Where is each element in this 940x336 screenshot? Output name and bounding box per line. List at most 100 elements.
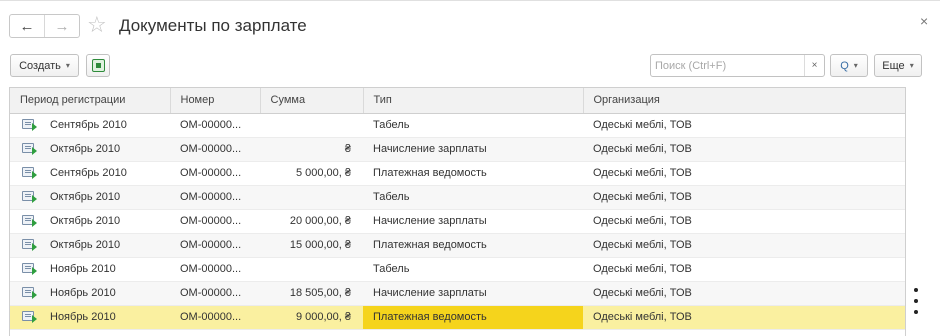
- cell-organization[interactable]: Одеські меблі, ТОВ: [583, 161, 905, 186]
- cell-sum[interactable]: [260, 113, 363, 138]
- star-icon[interactable]: ☆: [87, 11, 107, 39]
- cell-number[interactable]: ОМ-00000...: [170, 161, 260, 186]
- cell-number[interactable]: ОМ-00000...: [170, 281, 260, 306]
- cell-organization-text: Одеські меблі, ТОВ: [593, 191, 692, 203]
- close-icon: ×: [811, 60, 818, 71]
- search-input[interactable]: [651, 55, 804, 76]
- document-arrow-icon: [22, 239, 37, 251]
- cell-type[interactable]: Табель: [363, 113, 583, 138]
- column-header-sum[interactable]: Сумма: [260, 88, 364, 114]
- cell-organization[interactable]: Одеські меблі, ТОВ: [583, 257, 905, 282]
- table-row[interactable]: Октябрь 2010 ОМ-00000... Табель Одеські меб…: [10, 185, 905, 210]
- cell-number[interactable]: ОМ-00000...: [170, 305, 260, 330]
- cell-number-text: ОМ-00000...: [180, 167, 242, 179]
- back-button[interactable]: ←: [10, 15, 45, 37]
- column-header-period[interactable]: Период регистрации: [10, 88, 171, 114]
- cell-organization-text: Одеські меблі, ТОВ: [593, 311, 692, 323]
- cell-type[interactable]: Табель: [363, 185, 583, 210]
- cell-number-text: ОМ-00000...: [180, 287, 242, 299]
- forward-button[interactable]: →: [45, 15, 79, 37]
- cell-number-text: ОМ-00000...: [180, 311, 242, 323]
- top-border: [0, 0, 940, 1]
- table-row[interactable]: Сентябрь 2010 ОМ-00000... 5 000,00, ₴ Плате…: [10, 161, 905, 186]
- cell-type[interactable]: Платежная ведомость: [363, 161, 583, 186]
- cell-organization[interactable]: Одеські меблі, ТОВ: [583, 233, 905, 258]
- cell-type-text: Табель: [373, 119, 410, 131]
- document-arrow-icon: [22, 143, 37, 155]
- cell-number[interactable]: ОМ-00000...: [170, 137, 260, 162]
- cell-organization[interactable]: Одеські меблі, ТОВ: [583, 305, 905, 330]
- more-button[interactable]: Еще ▾: [874, 54, 922, 77]
- cell-period[interactable]: Октябрь 2010: [10, 137, 170, 162]
- cell-sum[interactable]: 15 000,00, ₴: [260, 233, 363, 258]
- export-excel-button[interactable]: [86, 54, 110, 77]
- close-icon[interactable]: ×: [920, 11, 928, 31]
- cell-sum-text: ₴: [344, 143, 351, 155]
- cell-period[interactable]: Сентябрь 2010: [10, 161, 170, 186]
- table-row[interactable]: Сентябрь 2010 ОМ-00000... Табель Одеські ме…: [10, 113, 905, 138]
- cell-sum[interactable]: [260, 257, 363, 282]
- arrow-left-icon: ←: [19, 17, 35, 35]
- cell-type-text: Платежная ведомость: [373, 239, 487, 251]
- cell-type[interactable]: Табель: [363, 257, 583, 282]
- cell-sum[interactable]: 18 505,00, ₴: [260, 281, 363, 306]
- create-button-label: Создать: [19, 59, 61, 72]
- cell-number[interactable]: ОМ-00000...: [170, 257, 260, 282]
- cell-organization[interactable]: Одеські меблі, ТОВ: [583, 209, 905, 234]
- cell-period[interactable]: Ноябрь 2010: [10, 257, 170, 282]
- search-icon: Q: [840, 59, 849, 72]
- cell-number[interactable]: ОМ-00000...: [170, 233, 260, 258]
- chevron-down-icon: ▾: [853, 61, 858, 70]
- cell-number-text: ОМ-00000...: [180, 263, 242, 275]
- cell-organization-text: Одеські меблі, ТОВ: [593, 287, 692, 299]
- cell-type[interactable]: Платежная ведомость: [363, 305, 583, 330]
- column-header-organization[interactable]: Организация: [583, 88, 905, 114]
- column-header-number[interactable]: Номер: [170, 88, 261, 114]
- cell-organization[interactable]: Одеські меблі, ТОВ: [583, 185, 905, 210]
- cell-organization[interactable]: Одеські меблі, ТОВ: [583, 281, 905, 306]
- cell-period[interactable]: Октябрь 2010: [10, 209, 170, 234]
- cell-period[interactable]: Ноябрь 2010: [10, 281, 170, 306]
- cell-organization-text: Одеські меблі, ТОВ: [593, 215, 692, 227]
- cell-type-text: Начисление зарплаты: [373, 287, 487, 299]
- cell-organization[interactable]: Одеські меблі, ТОВ: [583, 137, 905, 162]
- cell-number-text: ОМ-00000...: [180, 143, 242, 155]
- table-row[interactable]: Ноябрь 2010 ОМ-00000... 9 000,00, ₴ Платежн…: [10, 305, 905, 330]
- column-header-type[interactable]: Тип: [363, 88, 584, 114]
- kebab-menu-icon[interactable]: [913, 288, 919, 314]
- cell-number[interactable]: ОМ-00000...: [170, 209, 260, 234]
- cell-sum[interactable]: 20 000,00, ₴: [260, 209, 363, 234]
- cell-type[interactable]: Начисление зарплаты: [363, 209, 583, 234]
- cell-type[interactable]: Платежная ведомость: [363, 233, 583, 258]
- cell-period-text: Октябрь 2010: [50, 191, 121, 203]
- cell-period[interactable]: Сентябрь 2010: [10, 113, 170, 138]
- cell-type-text: Платежная ведомость: [373, 311, 487, 323]
- cell-period-text: Ноябрь 2010: [50, 311, 116, 323]
- clear-search-button[interactable]: ×: [804, 55, 824, 76]
- table-row[interactable]: Ноябрь 2010 ОМ-00000... 18 505,00, ₴ Начисл…: [10, 281, 905, 306]
- cell-type[interactable]: Начисление зарплаты: [363, 137, 583, 162]
- cell-period-text: Ноябрь 2010: [50, 263, 116, 275]
- cell-sum[interactable]: 5 000,00, ₴: [260, 161, 363, 186]
- cell-type[interactable]: Начисление зарплаты: [363, 281, 583, 306]
- create-button[interactable]: Создать ▾: [10, 54, 79, 77]
- cell-period[interactable]: Ноябрь 2010: [10, 305, 170, 330]
- cell-type-text: Начисление зарплаты: [373, 215, 487, 227]
- table-row[interactable]: Ноябрь 2010 ОМ-00000... Табель Одеські мебл…: [10, 257, 905, 282]
- chevron-down-icon: ▾: [909, 61, 914, 70]
- cell-period[interactable]: Октябрь 2010: [10, 233, 170, 258]
- cell-sum[interactable]: [260, 185, 363, 210]
- cell-period[interactable]: Октябрь 2010: [10, 185, 170, 210]
- cell-sum[interactable]: 9 000,00, ₴: [260, 305, 363, 330]
- documents-table: Период регистрации Номер Сумма Тип Орган…: [9, 87, 906, 336]
- cell-sum[interactable]: ₴: [260, 137, 363, 162]
- table-row[interactable]: Октябрь 2010 ОМ-00000... ₴ Начисление зарпл…: [10, 137, 905, 162]
- cell-organization[interactable]: Одеські меблі, ТОВ: [583, 113, 905, 138]
- cell-number-text: ОМ-00000...: [180, 239, 242, 251]
- search-button[interactable]: Q ▾: [830, 54, 868, 77]
- cell-number[interactable]: ОМ-00000...: [170, 185, 260, 210]
- table-row[interactable]: Октябрь 2010 ОМ-00000... 20 000,00, ₴ Начис…: [10, 209, 905, 234]
- cell-number[interactable]: ОМ-00000...: [170, 113, 260, 138]
- table-row[interactable]: Октябрь 2010 ОМ-00000... 15 000,00, ₴ Плате…: [10, 233, 905, 258]
- cell-sum-text: 18 505,00, ₴: [289, 287, 351, 299]
